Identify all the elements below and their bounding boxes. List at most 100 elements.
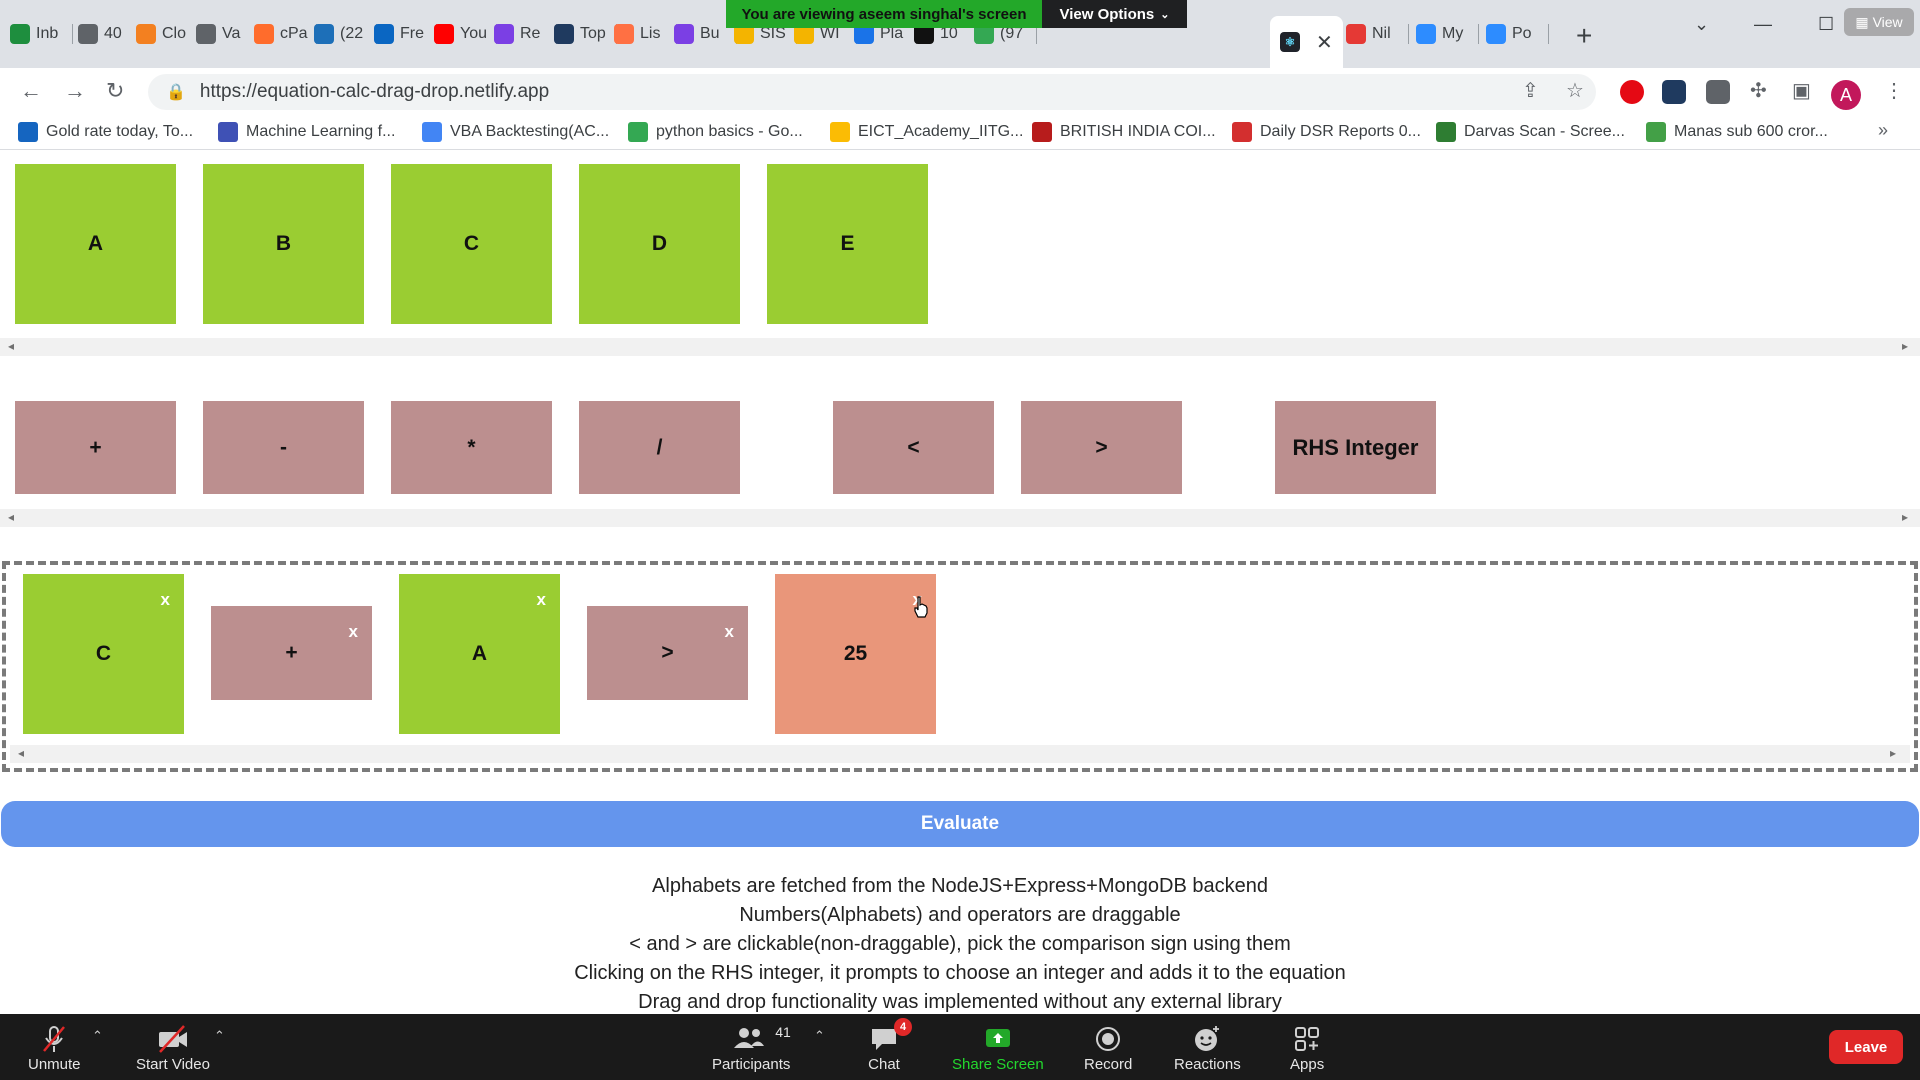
equation-scrollbar[interactable]: ◂ ▸ (10, 745, 1910, 763)
browser-tab[interactable]: Clo (136, 18, 190, 50)
tab-favicon-icon (196, 24, 216, 44)
bookmark-item[interactable]: VBA Backtesting(AC... (422, 122, 609, 142)
tab-search-icon[interactable]: ⌄ (1694, 14, 1709, 35)
equation-item[interactable]: > x (587, 606, 748, 700)
browser-tab[interactable]: Va (196, 18, 250, 50)
scroll-left-icon[interactable]: ◂ (8, 339, 14, 353)
browser-tab[interactable]: 40 (78, 18, 132, 50)
equation-item[interactable]: Ax (399, 574, 560, 734)
bookmark-label: Gold rate today, To... (46, 123, 194, 140)
view-button[interactable]: ▦ View (1844, 8, 1914, 36)
browser-menu-icon[interactable]: ⋮ (1884, 78, 1904, 103)
opera-extension-icon[interactable] (1620, 80, 1644, 104)
browser-tab[interactable]: Re (494, 18, 548, 50)
operator-tile[interactable]: - (203, 401, 364, 494)
alphabet-tile[interactable]: D (579, 164, 740, 324)
bookmark-icon (1646, 122, 1666, 142)
bookmark-item[interactable]: Darvas Scan - Scree... (1436, 122, 1625, 142)
start-video-button[interactable]: Start Video (136, 1022, 210, 1073)
tab-title: (22 (340, 25, 364, 42)
leave-button[interactable]: Leave (1829, 1030, 1903, 1064)
scroll-right-icon[interactable]: ▸ (1902, 339, 1908, 353)
browser-tab[interactable]: Lis (614, 18, 668, 50)
bookmark-item[interactable]: Daily DSR Reports 0... (1232, 122, 1421, 142)
comparator-button[interactable]: > (1021, 401, 1182, 494)
tab-active[interactable]: ⚛ ✕ (1270, 16, 1343, 68)
profile-avatar[interactable]: A (1831, 80, 1861, 110)
browser-tab[interactable]: cPa (254, 18, 308, 50)
participants-options-icon[interactable]: ⌃ (814, 1028, 825, 1044)
browser-tab[interactable]: My (1416, 18, 1474, 50)
bookmark-item[interactable]: Manas sub 600 cror... (1646, 122, 1828, 142)
remove-icon[interactable]: x (725, 622, 734, 642)
participants-button[interactable]: 41 Participants (712, 1022, 791, 1073)
forward-icon[interactable]: → (64, 78, 86, 104)
note-line: Clicking on the RHS integer, it prompts … (574, 962, 1346, 984)
alphabet-tile[interactable]: E (767, 164, 928, 324)
browser-tab[interactable]: Top (554, 18, 608, 50)
comparator-button[interactable]: < (833, 401, 994, 494)
reactions-button[interactable]: Reactions (1174, 1022, 1241, 1073)
scroll-left-icon[interactable]: ◂ (8, 510, 14, 524)
side-panel-icon[interactable]: ▣ (1792, 78, 1811, 103)
operator-tile[interactable]: + (15, 401, 176, 494)
browser-tab[interactable]: Fre (374, 18, 428, 50)
browser-tab[interactable]: You (434, 18, 488, 50)
equation-item[interactable]: 25 x (775, 574, 936, 734)
maximize-icon[interactable]: ☐ (1818, 14, 1834, 35)
more-bookmarks-icon[interactable]: » (1878, 120, 1888, 141)
scroll-left-icon[interactable]: ◂ (18, 746, 24, 760)
browser-tab[interactable]: (22 (314, 18, 368, 50)
bookmark-icon (1032, 122, 1052, 142)
reload-icon[interactable]: ↻ (106, 78, 124, 104)
url-bar[interactable]: 🔒 https://equation-calc-drag-drop.netlif… (148, 74, 1596, 110)
equation-item[interactable]: Cx (23, 574, 184, 734)
close-tab-icon[interactable]: ✕ (1316, 30, 1333, 55)
qr-code-icon[interactable] (1706, 80, 1730, 104)
bookmark-item[interactable]: BRITISH INDIA COI... (1032, 122, 1216, 142)
browser-tab[interactable]: Nil (1346, 18, 1404, 50)
chat-button[interactable]: 4 Chat (868, 1018, 912, 1073)
remove-icon[interactable]: x (537, 590, 546, 610)
scroll-right-icon[interactable]: ▸ (1902, 510, 1908, 524)
alphabet-tile[interactable]: B (203, 164, 364, 324)
record-button[interactable]: Record (1084, 1022, 1132, 1073)
equation-item[interactable]: + x (211, 606, 372, 700)
tab-title: cPa (280, 25, 308, 42)
browser-tab[interactable]: Inb (10, 18, 64, 50)
view-options-button[interactable]: View Options ⌄ (1042, 0, 1187, 28)
scroll-right-icon[interactable]: ▸ (1890, 746, 1896, 760)
browser-tab[interactable]: Bu (674, 18, 728, 50)
bookmark-item[interactable]: Machine Learning f... (218, 122, 395, 142)
equation-drop-zone[interactable]: Cx + x Ax > x 25 x ◂ ▸ (2, 561, 1918, 772)
remove-icon[interactable]: x (349, 622, 358, 642)
unmute-button[interactable]: Unmute (28, 1022, 81, 1073)
operator-tile[interactable]: * (391, 401, 552, 494)
extensions-puzzle-icon[interactable]: ✣ (1750, 78, 1767, 103)
alphabet-tile[interactable]: C (391, 164, 552, 324)
unmute-label: Unmute (28, 1056, 81, 1073)
bookmark-star-icon[interactable]: ☆ (1566, 78, 1584, 103)
back-icon[interactable]: ← (20, 78, 42, 104)
rhs-integer-button[interactable]: RHS Integer (1275, 401, 1436, 494)
audio-options-icon[interactable]: ⌃ (92, 1028, 103, 1044)
remove-icon[interactable]: x (161, 590, 170, 610)
video-off-icon (156, 1022, 190, 1056)
alphabet-tile[interactable]: A (15, 164, 176, 324)
evaluate-button[interactable]: Evaluate (1, 801, 1919, 847)
apps-button[interactable]: Apps (1290, 1022, 1324, 1073)
alphabets-scrollbar[interactable]: ◂ ▸ (0, 338, 1920, 356)
bookmark-item[interactable]: Gold rate today, To... (18, 122, 193, 142)
bookmark-item[interactable]: python basics - Go... (628, 122, 803, 142)
operator-tile[interactable]: / (579, 401, 740, 494)
participants-count: 41 (775, 1024, 791, 1040)
share-icon[interactable]: ⇪ (1522, 78, 1539, 103)
bookmark-item[interactable]: EICT_Academy_IITG... (830, 122, 1023, 142)
operators-scrollbar[interactable]: ◂ ▸ (0, 509, 1920, 527)
browser-tab[interactable]: Po (1486, 18, 1544, 50)
video-options-icon[interactable]: ⌃ (214, 1028, 225, 1044)
share-screen-button[interactable]: Share Screen (952, 1022, 1044, 1073)
minimize-icon[interactable]: — (1754, 14, 1772, 35)
new-tab-icon[interactable]: + (1576, 20, 1592, 52)
react-devtools-icon[interactable] (1662, 80, 1686, 104)
